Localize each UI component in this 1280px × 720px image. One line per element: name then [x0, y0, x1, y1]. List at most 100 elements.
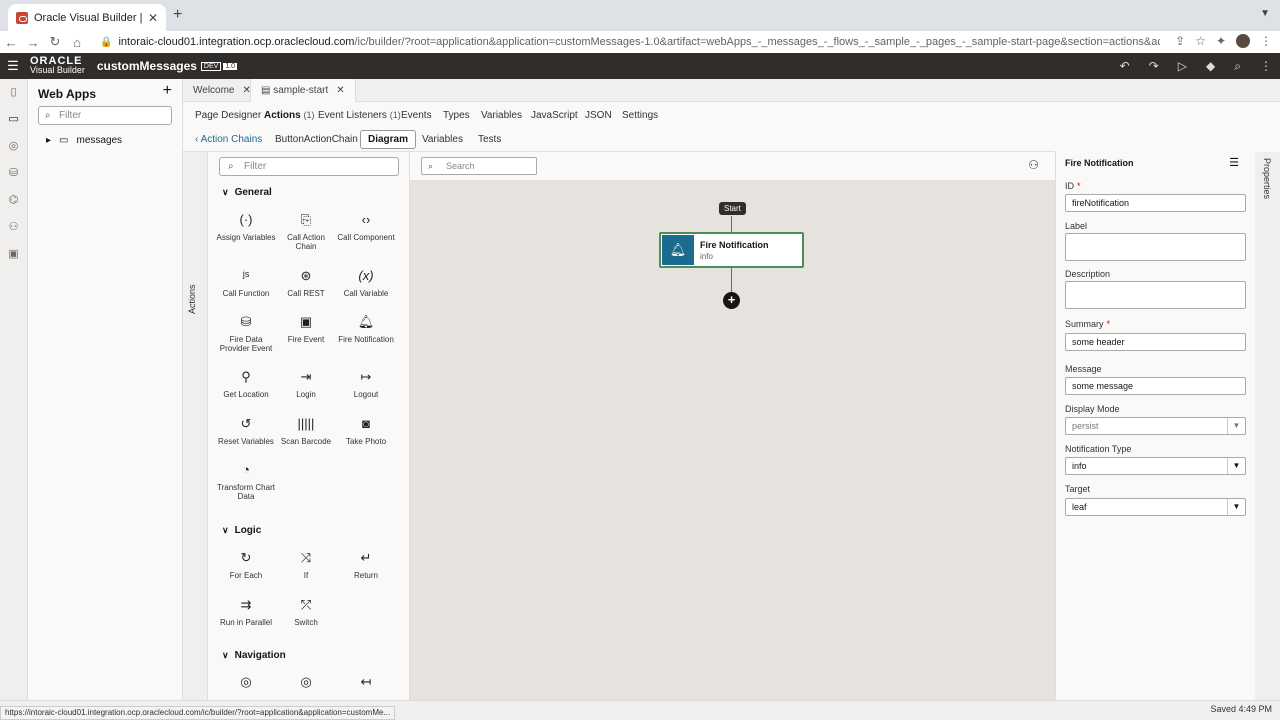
palette-navigation-item[interactable]: ↤	[336, 673, 396, 695]
palette-call-variable[interactable]: (x) Call Variable	[336, 267, 396, 298]
label-label: Label	[1065, 221, 1088, 231]
layout-icon[interactable]: ⚇	[1028, 158, 1039, 172]
actions-side-tab[interactable]: Actions	[183, 152, 208, 700]
tab-variables[interactable]: Variables	[481, 110, 522, 121]
palette-logout[interactable]: ↦ Logout	[336, 368, 396, 399]
palette-filter-input[interactable]: ⌕ Filter	[219, 157, 399, 176]
search-icon: ⌕	[228, 161, 234, 172]
palette-navigation-item[interactable]: ◎	[216, 673, 276, 695]
palette-for-each[interactable]: ↻ For Each	[216, 549, 276, 580]
variables-tab[interactable]: Variables	[422, 134, 463, 145]
tab-settings[interactable]: Settings	[622, 110, 658, 121]
properties-side-tab[interactable]: Properties	[1255, 152, 1280, 700]
tab-actions[interactable]: Actions (1)	[264, 110, 314, 121]
tab-json[interactable]: JSON	[585, 110, 612, 121]
palette-scan-barcode[interactable]: ||||| Scan Barcode	[276, 415, 336, 446]
label-field[interactable]	[1065, 233, 1246, 261]
palette-if[interactable]: ⤨ If	[276, 549, 336, 580]
browser-tab[interactable]: Oracle Visual Builder | custom ✕	[8, 4, 166, 31]
publish-icon[interactable]: ◆	[1206, 59, 1215, 74]
application-name[interactable]: customMessages	[97, 59, 197, 73]
section-navigation[interactable]: ∨ Navigation	[222, 650, 286, 661]
source-view-icon[interactable]: ▣	[0, 241, 27, 268]
palette-return[interactable]: ↵ Return	[336, 549, 396, 580]
left-icon-rail: ▯ ▭ ◎ ⛁ ⌬ ⚇ ▣	[0, 79, 28, 700]
action-chain-canvas[interactable]: Start 🔔︎ Fire Notification info +	[410, 180, 1055, 700]
services-icon[interactable]: ◎	[0, 133, 27, 160]
new-tab-button[interactable]: +	[173, 6, 182, 24]
summary-field[interactable]: some header	[1065, 333, 1246, 351]
tab-page-designer[interactable]: Page Designer	[195, 110, 261, 121]
processes-icon[interactable]: ⚇	[0, 214, 27, 241]
business-objects-icon[interactable]: ⛁	[0, 160, 27, 187]
extensions-icon[interactable]: ✦	[1216, 34, 1226, 48]
id-field[interactable]: fireNotification	[1065, 194, 1246, 212]
add-web-app-button[interactable]: +	[163, 82, 172, 100]
mobile-apps-icon[interactable]: ▯	[0, 79, 27, 106]
tab-search-icon[interactable]: ▼	[1260, 8, 1270, 19]
undo-icon[interactable]: ↶	[1120, 59, 1130, 74]
diagram-button[interactable]: Diagram	[360, 130, 417, 149]
section-logic[interactable]: ∨ Logic	[222, 525, 261, 536]
palette-fire-event[interactable]: ▣ Fire Event	[276, 313, 336, 344]
expand-arrow-icon[interactable]: ▸	[46, 135, 51, 146]
home-icon[interactable]: ⌂	[66, 35, 88, 50]
hamburger-menu-icon[interactable]: ☰	[0, 58, 26, 74]
palette-transform-chart-data[interactable]: ◔ Transform Chart Data	[216, 461, 276, 501]
web-apps-navigator: Web Apps + ⌕ Filter ▸ ▭ messages	[28, 79, 183, 700]
bookmark-star-icon[interactable]: ☆	[1195, 34, 1206, 48]
action-chain-name[interactable]: ButtonActionChain	[275, 134, 358, 145]
palette-call-function[interactable]: ʲˢ Call Function	[216, 267, 276, 298]
back-to-action-chains-link[interactable]: ‹ Action Chains	[195, 134, 262, 145]
notification-type-select[interactable]: info ▼	[1065, 457, 1246, 475]
web-apps-icon[interactable]: ▭	[0, 106, 27, 133]
tree-item-messages[interactable]: ▸ ▭ messages	[46, 135, 122, 146]
redo-icon[interactable]: ↷	[1149, 59, 1159, 74]
call-variable-icon: (x)	[358, 268, 374, 283]
fire-notification-node[interactable]: 🔔︎ Fire Notification info	[659, 232, 804, 268]
browser-menu-icon[interactable]: ⋮	[1260, 34, 1272, 48]
section-general[interactable]: ∨ General	[222, 187, 272, 198]
message-label: Message	[1065, 364, 1102, 374]
palette-assign-variables[interactable]: (·) Assign Variables	[216, 211, 276, 242]
address-bar[interactable]: 🔒 intoraic-cloud01.integration.ocp.oracl…	[100, 33, 1160, 51]
palette-run-in-parallel[interactable]: ⇉ Run in Parallel	[216, 596, 276, 627]
tests-tab[interactable]: Tests	[478, 134, 501, 145]
tab-sample-start[interactable]: ▤ sample-start ✕	[250, 79, 356, 102]
palette-take-photo[interactable]: ◙ Take Photo	[336, 415, 396, 446]
forward-icon[interactable]: →	[22, 35, 44, 50]
palette-switch[interactable]: ⤱ Switch	[276, 596, 336, 627]
message-field[interactable]: some message	[1065, 377, 1246, 395]
preview-run-icon[interactable]: ▷	[1178, 59, 1187, 74]
palette-call-action-chain[interactable]: ⎘ Call Action Chain	[276, 211, 336, 251]
palette-fire-data-provider-event[interactable]: ⛁ Fire Data Provider Event	[216, 313, 276, 353]
canvas-search-input[interactable]: ⌕ Search	[421, 157, 537, 175]
tab-event-listeners[interactable]: Event Listeners (1)	[318, 110, 401, 121]
navigator-filter-input[interactable]: ⌕ Filter	[38, 106, 172, 125]
display-mode-select[interactable]: persist ▼	[1065, 417, 1246, 435]
reload-icon[interactable]: ↻	[44, 34, 66, 50]
target-select[interactable]: leaf ▼	[1065, 498, 1246, 516]
tab-types[interactable]: Types	[443, 110, 470, 121]
back-icon[interactable]: ←	[0, 35, 22, 50]
description-field[interactable]	[1065, 281, 1246, 309]
search-icon[interactable]: ⌕	[1234, 59, 1241, 74]
components-icon[interactable]: ⌬	[0, 187, 27, 214]
more-menu-icon[interactable]: ⋮	[1260, 59, 1272, 74]
palette-navigation-item[interactable]: ◎	[276, 673, 336, 695]
palette-get-location[interactable]: ⚲ Get Location	[216, 368, 276, 399]
share-icon[interactable]: ⇪	[1175, 34, 1185, 48]
profile-avatar[interactable]	[1236, 34, 1250, 48]
close-tab-icon[interactable]: ✕	[148, 11, 158, 25]
palette-reset-variables[interactable]: ↺ Reset Variables	[216, 415, 276, 446]
add-action-button[interactable]: +	[723, 292, 740, 309]
properties-menu-icon[interactable]: ☰	[1229, 156, 1239, 169]
palette-login[interactable]: ⇥ Login	[276, 368, 336, 399]
tab-javascript[interactable]: JavaScript	[531, 110, 578, 121]
palette-fire-notification[interactable]: 🔔︎ Fire Notification	[336, 313, 396, 344]
palette-call-rest[interactable]: ⊛ Call REST	[276, 267, 336, 298]
palette-call-component[interactable]: ‹› Call Component	[336, 211, 396, 242]
notification-type-label: Notification Type	[1065, 444, 1132, 454]
tab-events[interactable]: Events	[401, 110, 432, 121]
version-badge: 1.0	[223, 62, 238, 70]
